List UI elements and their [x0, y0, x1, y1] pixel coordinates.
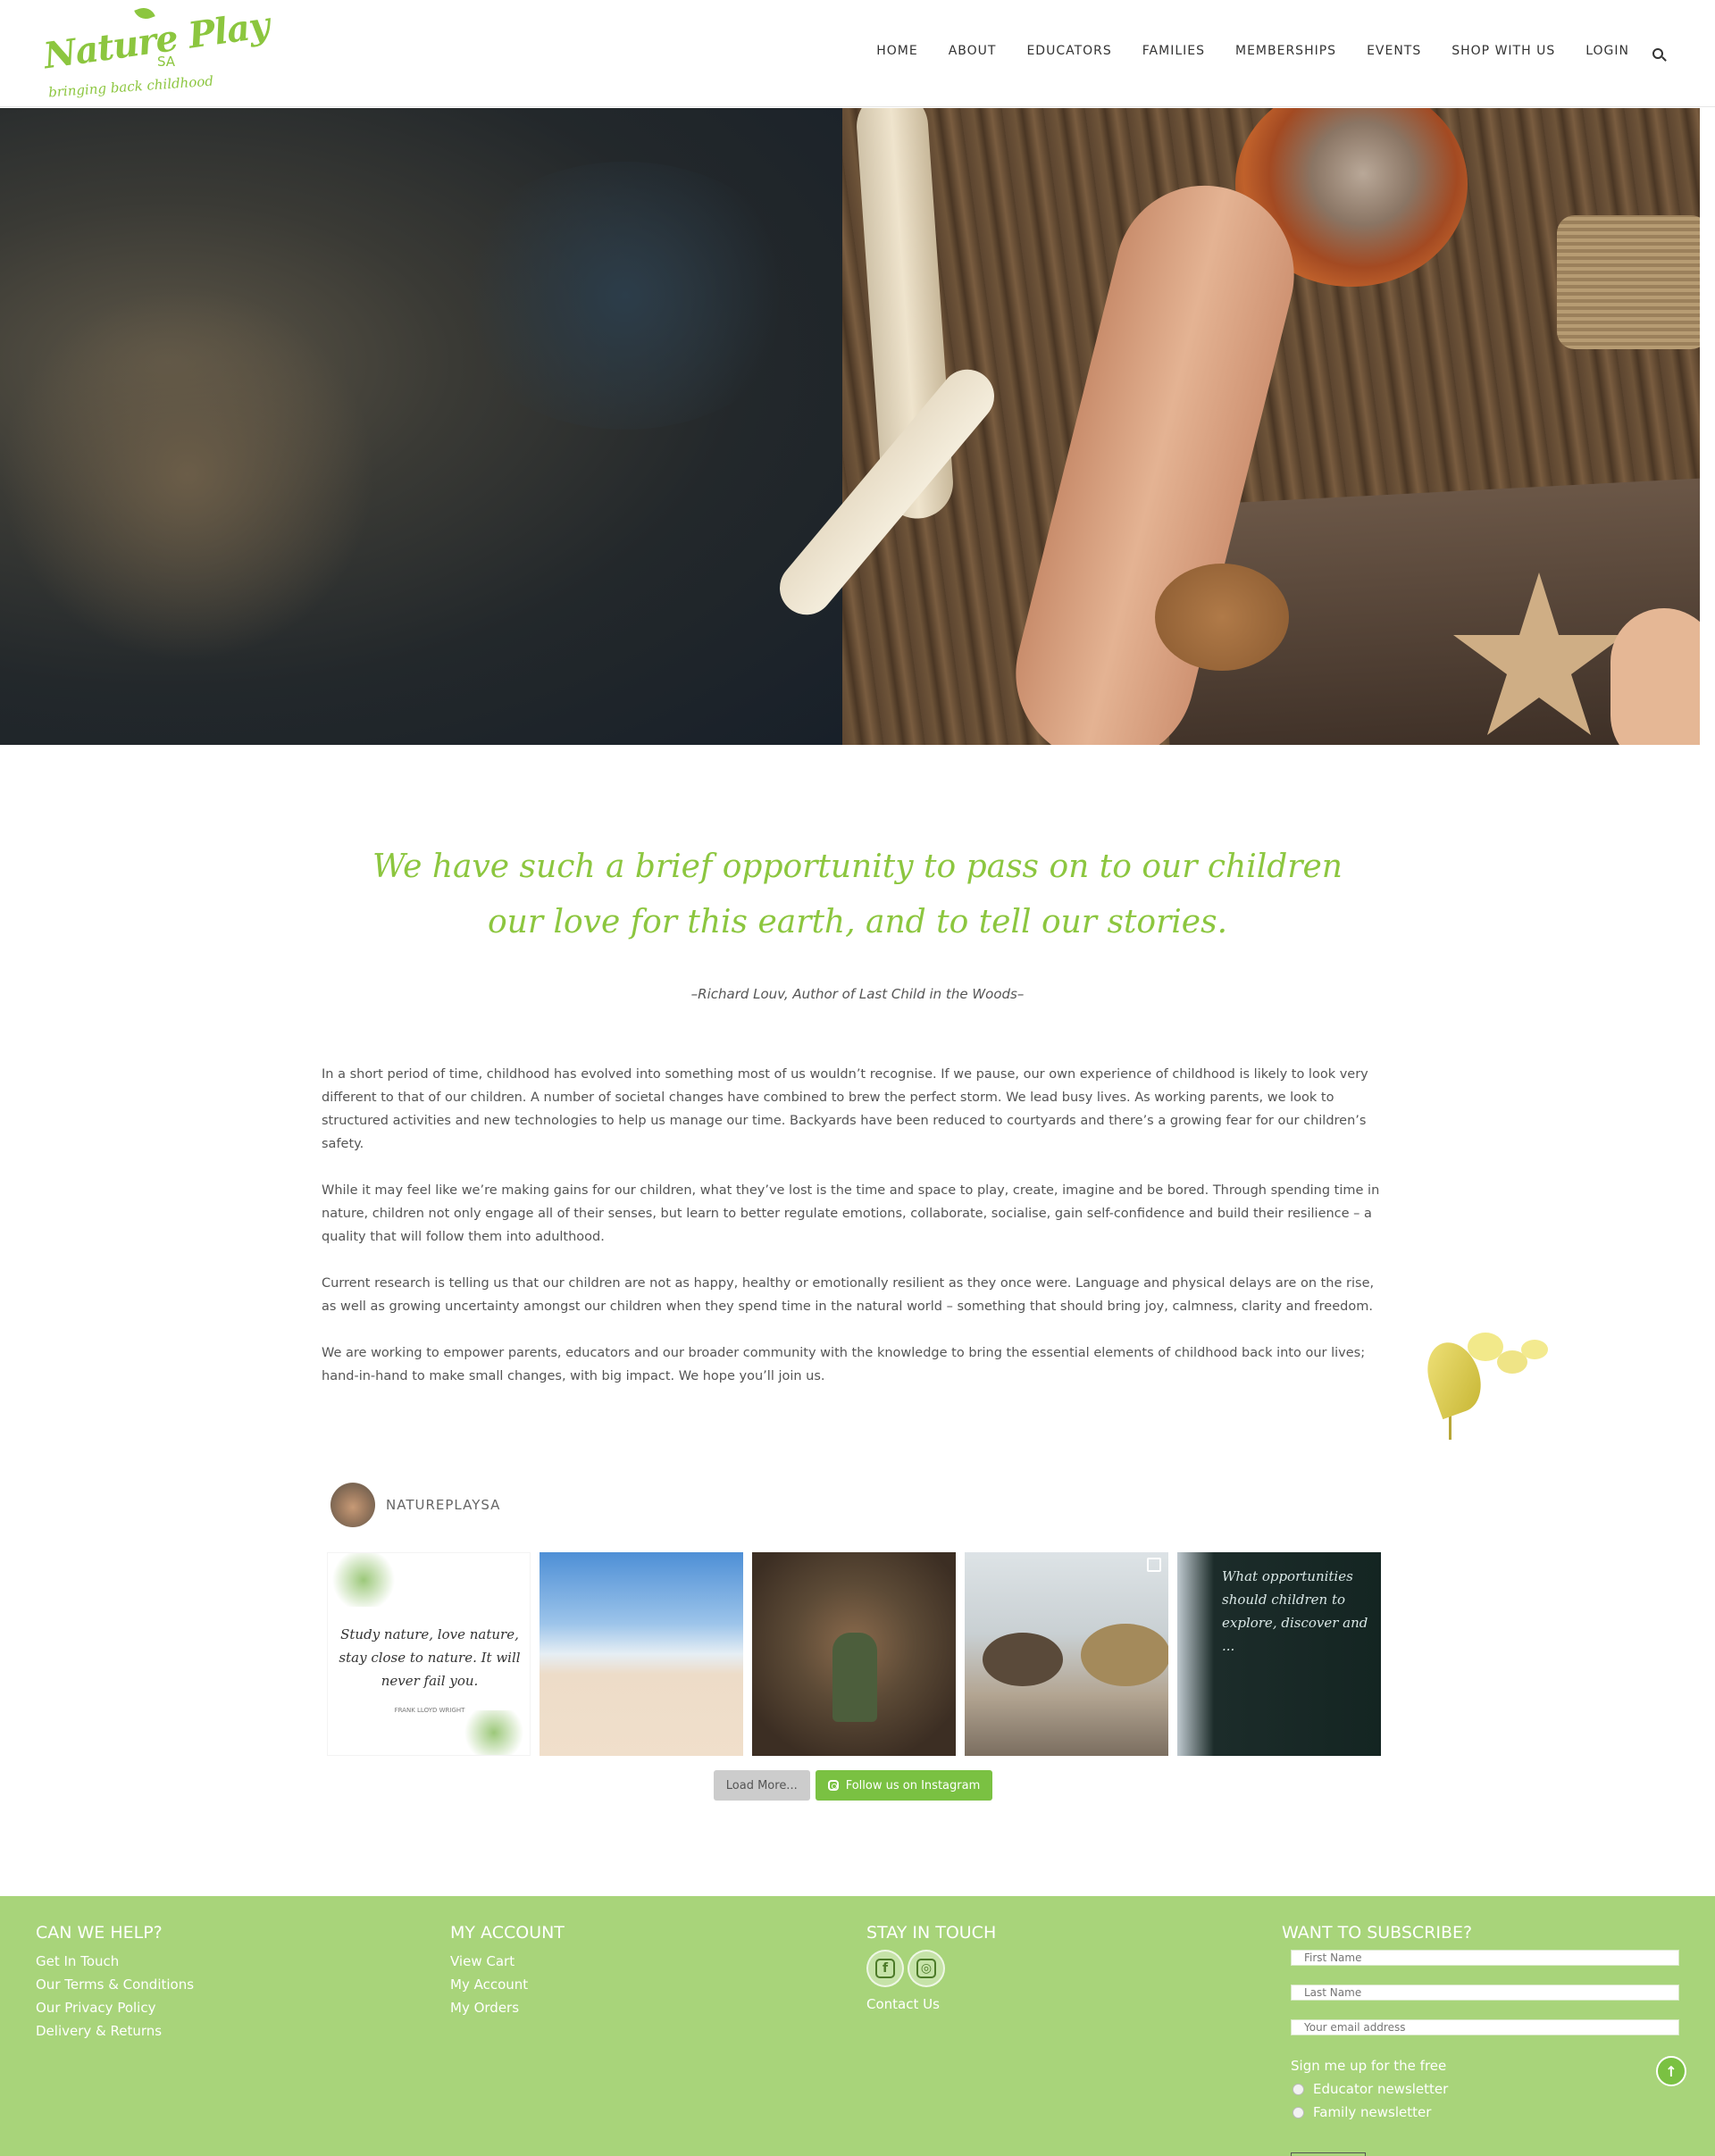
footer-heading: MY ACCOUNT: [450, 1923, 565, 1943]
foliage-shape: [328, 1553, 399, 1607]
email-field[interactable]: [1291, 2019, 1679, 2035]
footer-link-my-account[interactable]: My Account: [450, 1973, 565, 1996]
radio-icon[interactable]: [1293, 2083, 1304, 2095]
footer-heading: CAN WE HELP?: [36, 1923, 163, 1943]
feature-quote: We have such a brief opportunity to pass…: [322, 840, 1393, 950]
site-logo[interactable]: Nature Play SA bringing back childhood: [39, 4, 272, 101]
footer-link-delivery[interactable]: Delivery & Returns: [36, 2019, 194, 2043]
logo-region: SA: [157, 54, 176, 70]
instagram-actions: Load More... Follow us on Instagram: [322, 1770, 1385, 1801]
instagram-header[interactable]: NATUREPLAYSA: [330, 1483, 1385, 1527]
load-more-button[interactable]: Load More...: [713, 1770, 810, 1801]
first-name-field[interactable]: [1291, 1950, 1679, 1966]
footer-heading: WANT TO SUBSCRIBE?: [1282, 1923, 1473, 1943]
option-label: Educator newsletter: [1313, 2081, 1449, 2097]
site-header: Nature Play SA bringing back childhood H…: [0, 0, 1715, 107]
last-name-field[interactable]: [1291, 1985, 1679, 2001]
option-label: Family newsletter: [1313, 2104, 1432, 2120]
intro-paragraph: Current research is telling us that our …: [322, 1276, 1375, 1314]
instagram-post[interactable]: Study nature, love nature, stay close to…: [327, 1552, 531, 1756]
nav-events[interactable]: EVENTS: [1367, 44, 1421, 58]
nav-shop[interactable]: SHOP WITH US: [1451, 44, 1555, 58]
search-icon[interactable]: [1652, 48, 1663, 59]
instagram-handle[interactable]: NATUREPLAYSA: [386, 1497, 500, 1513]
nav-memberships[interactable]: MEMBERSHIPS: [1235, 44, 1336, 58]
footer-link-view-cart[interactable]: View Cart: [450, 1950, 565, 1973]
subscribe-button[interactable]: [1291, 2152, 1366, 2156]
clay-cookie-shape: [1155, 564, 1289, 671]
instagram-icon[interactable]: ◎: [908, 1950, 945, 1987]
hat-shape: [1081, 1624, 1168, 1686]
hero-banner: [0, 108, 1700, 745]
quote-line-2: our love for this earth, and to tell our…: [487, 904, 1228, 940]
intro-paragraph: We are working to empower parents, educa…: [322, 1346, 1366, 1383]
intro-paragraph: While it may feel like we’re making gain…: [322, 1183, 1380, 1244]
radio-icon[interactable]: [1293, 2106, 1304, 2118]
site-footer: CAN WE HELP? Get In Touch Our Terms & Co…: [0, 1896, 1715, 2156]
logo-wordmark: Nature Play: [40, 4, 272, 78]
subscribe-form: Sign me up for the free Educator newslet…: [1291, 1950, 1679, 2124]
twine-spool-shape: [1557, 215, 1700, 349]
nav-home[interactable]: HOME: [876, 44, 917, 58]
footer-subscribe: WANT TO SUBSCRIBE? Sign me up for the fr…: [1282, 1923, 1679, 2124]
hero-image-left: [0, 108, 842, 745]
child-figure: [832, 1633, 877, 1722]
follow-label: Follow us on Instagram: [845, 1778, 981, 1792]
post-chalk-text: What opportunities should children to ex…: [1222, 1568, 1368, 1654]
signup-label: Sign me up for the free: [1291, 2058, 1447, 2074]
instagram-post[interactable]: [540, 1552, 743, 1756]
footer-link-get-in-touch[interactable]: Get In Touch: [36, 1950, 194, 1973]
footer-link-privacy[interactable]: Our Privacy Policy: [36, 1996, 194, 2019]
leaf-part: [1521, 1340, 1548, 1359]
logo-tagline: bringing back childhood: [47, 72, 214, 101]
quote-author: –Richard Louv, Author of Last Child in t…: [690, 986, 1025, 1002]
educator-newsletter-option[interactable]: Educator newsletter: [1293, 2077, 1675, 2101]
footer-stay-in-touch: STAY IN TOUCH f ◎ Contact Us: [866, 1923, 996, 2016]
family-newsletter-option[interactable]: Family newsletter: [1293, 2101, 1675, 2124]
footer-link-contact[interactable]: Contact Us: [866, 1993, 996, 2016]
facebook-icon[interactable]: f: [866, 1950, 904, 1987]
post-quote: Study nature, love nature, stay close to…: [339, 1626, 521, 1689]
instagram-post[interactable]: What opportunities should children to ex…: [1177, 1552, 1381, 1756]
hero-image-right: [768, 108, 1700, 745]
instagram-grid: Study nature, love nature, stay close to…: [327, 1552, 1381, 1756]
nav-login[interactable]: LOGIN: [1585, 44, 1629, 58]
hat-shape: [983, 1633, 1063, 1686]
intro-paragraph: In a short period of time, childhood has…: [322, 1067, 1368, 1151]
yellow-leaf-icon: [1418, 1333, 1552, 1440]
instagram-post[interactable]: [965, 1552, 1168, 1756]
footer-account: MY ACCOUNT View Cart My Account My Order…: [450, 1923, 565, 2019]
intro-text: In a short period of time, childhood has…: [322, 1063, 1385, 1411]
child-hand-shape: [1610, 608, 1700, 745]
social-links: f ◎: [866, 1950, 996, 1987]
footer-link-terms[interactable]: Our Terms & Conditions: [36, 1973, 194, 1996]
multi-photo-icon: [1147, 1558, 1161, 1572]
instagram-feed: NATUREPLAYSA Study nature, love nature, …: [322, 1483, 1385, 1801]
footer-heading: STAY IN TOUCH: [866, 1923, 997, 1943]
follow-instagram-button[interactable]: Follow us on Instagram: [815, 1770, 993, 1801]
footer-help: CAN WE HELP? Get In Touch Our Terms & Co…: [36, 1923, 194, 2043]
footer-link-my-orders[interactable]: My Orders: [450, 1996, 565, 2019]
nav-educators[interactable]: EDUCATORS: [1026, 44, 1111, 58]
instagram-icon: [827, 1780, 839, 1791]
nav-about[interactable]: ABOUT: [949, 44, 997, 58]
scroll-to-top-icon[interactable]: ↑: [1656, 2056, 1686, 2086]
quote-line-1: We have such a brief opportunity to pass…: [372, 848, 1343, 885]
main-nav: HOME ABOUT EDUCATORS FAMILIES MEMBERSHIP…: [876, 43, 1663, 59]
nav-families[interactable]: FAMILIES: [1142, 44, 1205, 58]
foliage-shape: [458, 1710, 530, 1755]
instagram-post[interactable]: [752, 1552, 956, 1756]
avatar[interactable]: [330, 1483, 375, 1527]
hero-blur: [447, 162, 804, 430]
hero-blur: [0, 287, 375, 662]
